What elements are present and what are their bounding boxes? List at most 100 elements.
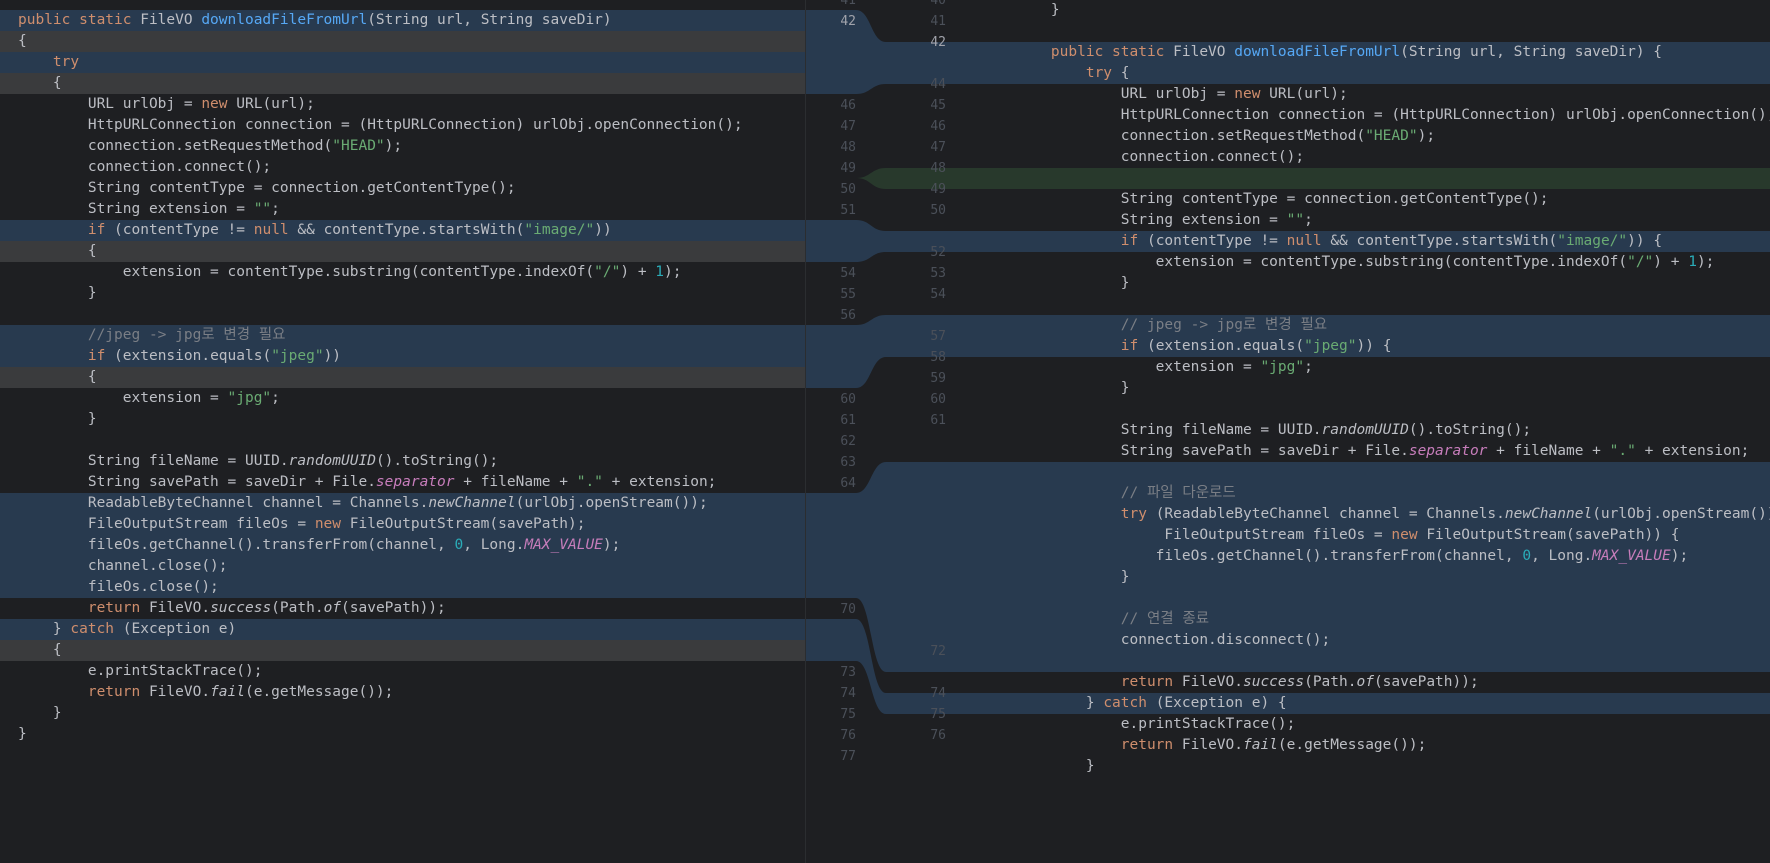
code-line[interactable]: //jpeg -> jpg로 변경 필요 xyxy=(0,325,286,346)
code-line[interactable]: fileOs.getChannel().transferFrom(channel… xyxy=(0,535,621,556)
code-line[interactable]: connection.setRequestMethod("HEAD"); xyxy=(0,136,402,157)
code-line[interactable]: } xyxy=(980,567,1130,588)
code-line[interactable]: connection.connect(); xyxy=(980,147,1304,168)
code-line[interactable]: String fileName = UUID.randomUUID().toSt… xyxy=(0,451,498,472)
code-line[interactable]: if (contentType != null && contentType.s… xyxy=(0,220,612,241)
code-line[interactable]: public static FileVO downloadFileFromUrl… xyxy=(980,42,1662,63)
code-token: (urlObj.openStream()); xyxy=(515,495,708,511)
line-number: 42 xyxy=(840,14,856,29)
code-line[interactable]: } xyxy=(0,409,97,430)
code-line[interactable]: extension = contentType.substring(conten… xyxy=(0,262,682,283)
line-number: 45 xyxy=(930,98,946,113)
code-line[interactable]: { xyxy=(0,73,62,94)
line-number: 54 xyxy=(840,266,856,281)
right-editor-pane[interactable]: } public static FileVO downloadFileFromU… xyxy=(980,0,1770,863)
code-token: } xyxy=(18,705,62,721)
code-line[interactable]: FileOutputStream fileOs = new FileOutput… xyxy=(980,525,1679,546)
code-line[interactable] xyxy=(980,168,1016,189)
code-line[interactable]: { xyxy=(0,640,62,661)
code-line[interactable]: return FileVO.fail(e.getMessage()); xyxy=(980,735,1427,756)
code-line[interactable]: e.printStackTrace(); xyxy=(980,714,1296,735)
code-line[interactable]: // 파일 다운로드 xyxy=(980,483,1236,504)
code-line[interactable]: String contentType = connection.getConte… xyxy=(0,178,516,199)
code-token: new xyxy=(201,96,237,112)
line-number-gutter: 41 42 46 47 48 49 50 51 54 55 56 60 61 62 63 64 70 73 74 75… xyxy=(805,0,982,863)
code-line[interactable] xyxy=(0,430,18,451)
code-line[interactable]: if (contentType != null && contentType.s… xyxy=(980,231,1662,252)
code-line[interactable] xyxy=(980,651,1016,672)
code-line[interactable]: HttpURLConnection connection = (HttpURLC… xyxy=(980,105,1770,126)
code-line[interactable]: public static FileVO downloadFileFromUrl… xyxy=(0,10,612,31)
code-token: extension = xyxy=(1016,359,1261,375)
code-line[interactable]: ReadableByteChannel channel = Channels.n… xyxy=(0,493,708,514)
code-string: "jpeg" xyxy=(271,348,324,364)
code-line[interactable]: fileOs.getChannel().transferFrom(channel… xyxy=(980,546,1689,567)
code-token: of xyxy=(323,600,342,616)
line-number: 60 xyxy=(840,392,856,407)
line-number: 70 xyxy=(840,602,856,617)
code-line[interactable]: HttpURLConnection connection = (HttpURLC… xyxy=(0,115,743,136)
code-line[interactable]: String savePath = saveDir + File.separat… xyxy=(980,441,1750,462)
code-line[interactable]: } xyxy=(980,756,1095,777)
code-line[interactable] xyxy=(980,399,1016,420)
code-line[interactable]: } xyxy=(0,724,27,745)
code-token: separator xyxy=(1408,443,1488,459)
code-line[interactable]: } xyxy=(980,378,1130,399)
code-line[interactable]: connection.disconnect(); xyxy=(980,630,1331,651)
code-line[interactable]: // 연결 종료 xyxy=(980,609,1209,630)
code-token: (e.getMessage()); xyxy=(1277,737,1427,753)
line-number: 48 xyxy=(930,161,946,176)
code-line[interactable]: try { xyxy=(980,63,1130,84)
code-line[interactable]: e.printStackTrace(); xyxy=(0,661,263,682)
code-line[interactable]: String fileName = UUID.randomUUID().toSt… xyxy=(980,420,1531,441)
code-line[interactable]: } xyxy=(980,0,1060,21)
code-token: newChannel xyxy=(1504,506,1593,522)
line-number: 55 xyxy=(840,287,856,302)
code-line[interactable] xyxy=(980,294,1016,315)
code-line[interactable]: String savePath = saveDir + File.separat… xyxy=(0,472,717,493)
code-line[interactable]: return FileVO.fail(e.getMessage()); xyxy=(0,682,394,703)
code-token: connection.setRequestMethod( xyxy=(18,138,333,154)
code-token: (Exception e) { xyxy=(1155,695,1287,711)
code-line[interactable] xyxy=(980,21,1016,42)
code-line[interactable]: { xyxy=(0,367,97,388)
code-line[interactable]: } xyxy=(980,273,1130,294)
code-line[interactable]: return FileVO.success(Path.of(savePath))… xyxy=(0,598,446,619)
code-line[interactable]: { xyxy=(0,241,97,262)
code-line[interactable]: extension = "jpg"; xyxy=(0,388,280,409)
code-line[interactable]: fileOs.close(); xyxy=(0,577,219,598)
code-line[interactable]: connection.connect(); xyxy=(0,157,271,178)
code-line[interactable]: return FileVO.success(Path.of(savePath))… xyxy=(980,672,1479,693)
code-line[interactable]: String extension = ""; xyxy=(980,210,1313,231)
code-line[interactable]: { xyxy=(0,31,27,52)
code-line[interactable]: // jpeg -> jpg로 변경 필요 xyxy=(980,315,1327,336)
code-line[interactable]: connection.setRequestMethod("HEAD"); xyxy=(980,126,1435,147)
code-token: (contentType != xyxy=(1146,233,1287,249)
code-line[interactable]: if (extension.equals("jpeg")) { xyxy=(980,336,1392,357)
code-line[interactable] xyxy=(0,304,18,325)
code-line[interactable]: FileOutputStream fileOs = new FileOutput… xyxy=(0,514,586,535)
code-line[interactable]: } catch (Exception e) xyxy=(0,619,236,640)
code-line[interactable]: } catch (Exception e) { xyxy=(980,693,1287,714)
code-line[interactable]: extension = contentType.substring(conten… xyxy=(980,252,1715,273)
code-string: "HEAD" xyxy=(332,138,385,154)
code-string: "jpeg" xyxy=(1304,338,1357,354)
code-line[interactable]: URL urlObj = new URL(url); xyxy=(980,84,1348,105)
code-line[interactable]: extension = "jpg"; xyxy=(980,357,1313,378)
code-line[interactable]: channel.close(); xyxy=(0,556,228,577)
code-line[interactable]: } xyxy=(0,703,62,724)
code-line[interactable] xyxy=(980,462,1016,483)
code-line[interactable]: String contentType = connection.getConte… xyxy=(980,189,1549,210)
code-line[interactable]: URL urlObj = new URL(url); xyxy=(0,94,315,115)
code-token: return xyxy=(87,600,149,616)
line-number: 75 xyxy=(840,707,856,722)
code-line[interactable]: if (extension.equals("jpeg")) xyxy=(0,346,341,367)
code-line[interactable] xyxy=(980,588,1016,609)
code-line[interactable]: try xyxy=(0,52,79,73)
code-token: of xyxy=(1356,674,1374,690)
code-line[interactable]: String extension = ""; xyxy=(0,199,280,220)
code-line[interactable]: } xyxy=(0,283,97,304)
code-line[interactable]: try (ReadableByteChannel channel = Chann… xyxy=(980,504,1770,525)
code-token: separator xyxy=(375,474,455,490)
left-editor-pane[interactable]: public static FileVO downloadFileFromUrl… xyxy=(0,0,805,863)
